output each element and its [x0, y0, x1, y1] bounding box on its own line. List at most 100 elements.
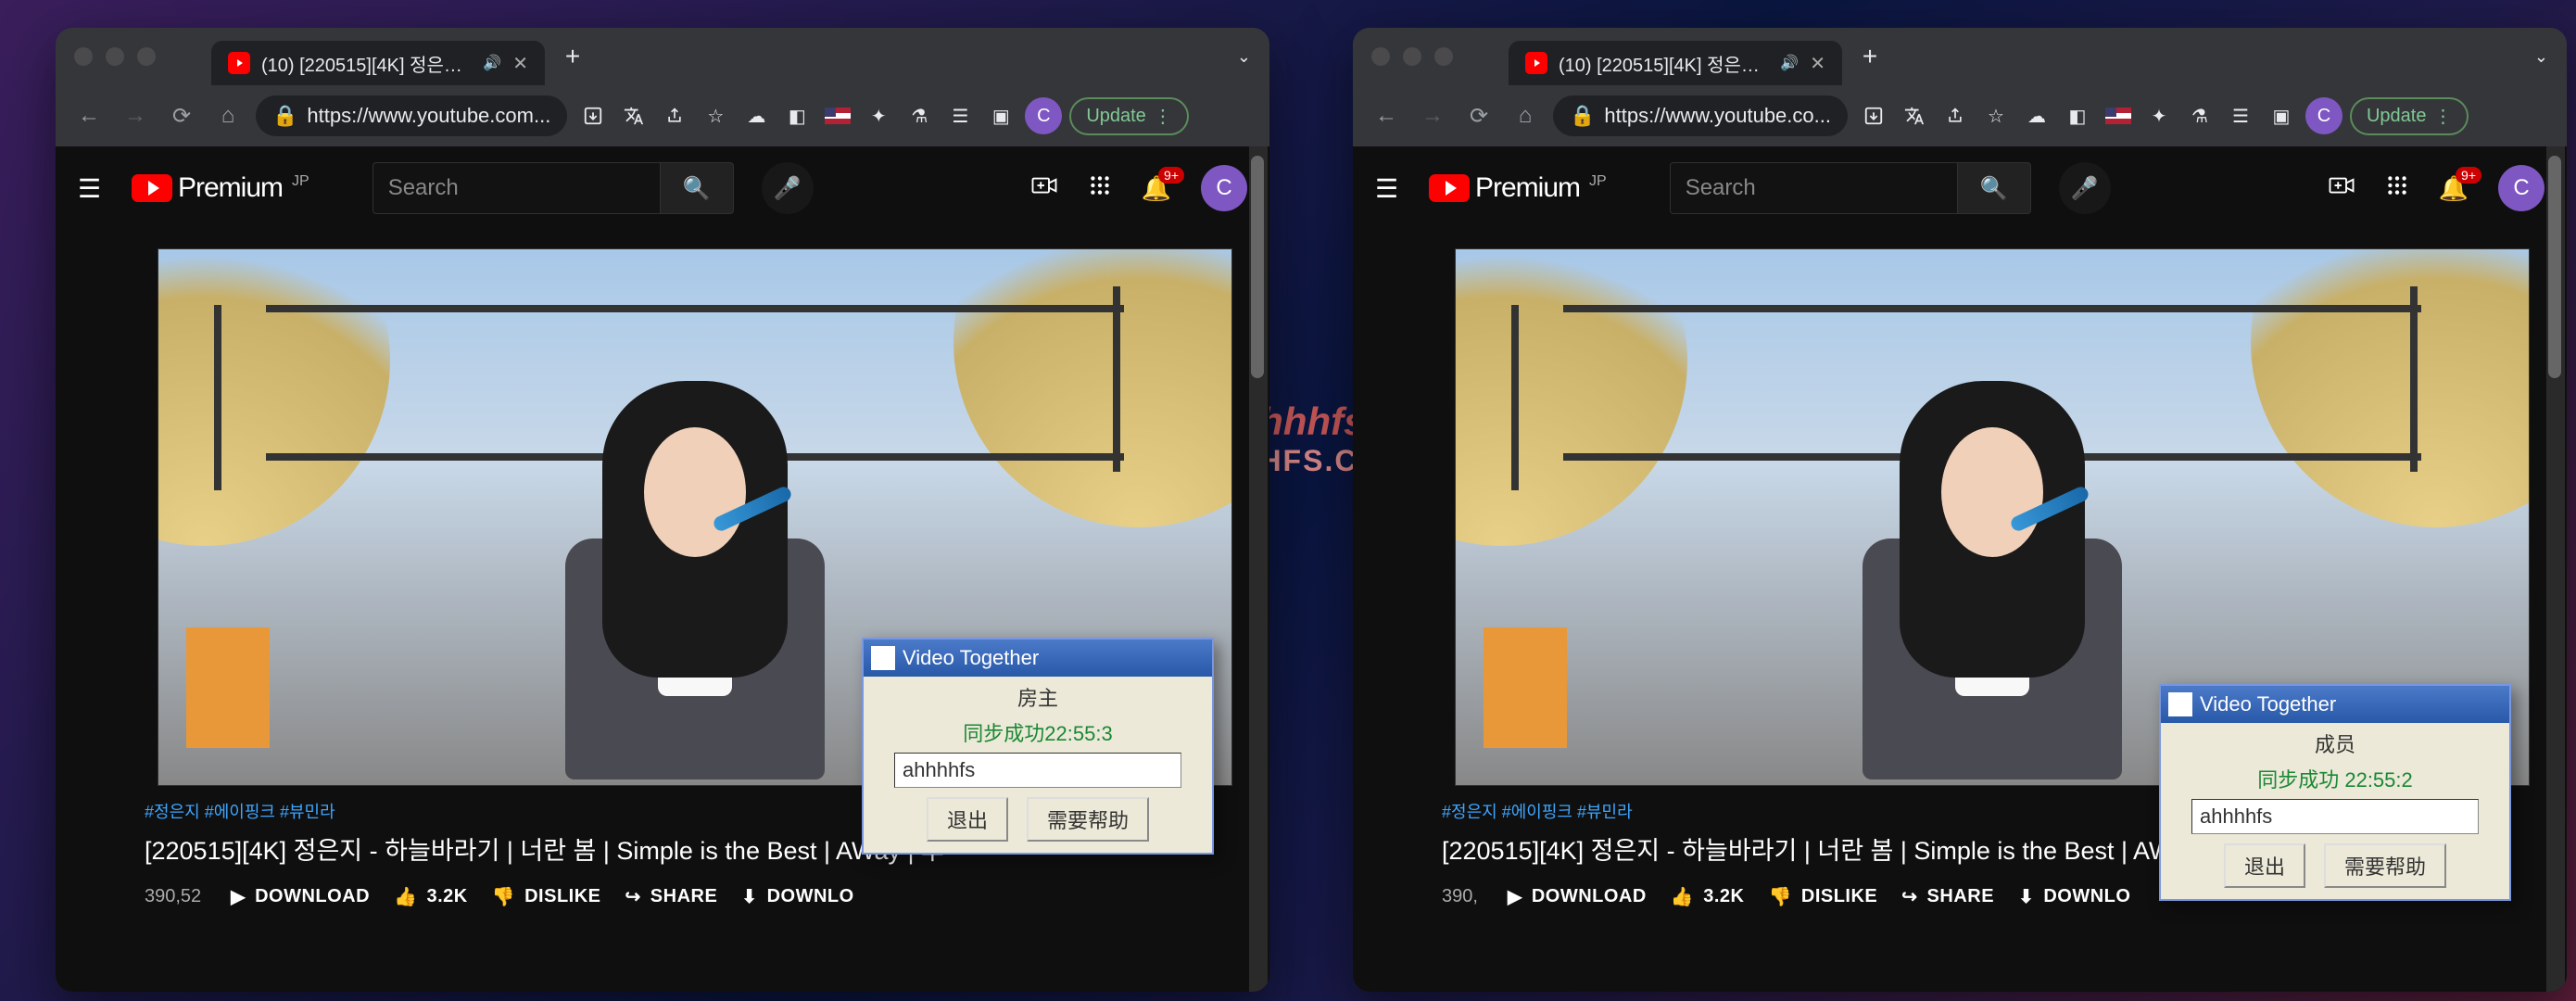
account-avatar[interactable]: C — [1201, 165, 1247, 211]
dislike-button[interactable]: 👎DISLIKE — [1768, 885, 1877, 908]
download-icon: ⬇ — [2018, 885, 2034, 908]
minimize-window-button[interactable] — [106, 47, 124, 66]
extensions-puzzle-icon[interactable]: ✦ — [2142, 99, 2176, 133]
dislike-button[interactable]: 👎DISLIKE — [492, 885, 601, 908]
tab-close-icon[interactable]: ✕ — [1810, 52, 1825, 75]
reload-button[interactable]: ⟳ — [163, 97, 200, 134]
minimize-window-button[interactable] — [1403, 47, 1421, 66]
extension-flag-icon[interactable] — [821, 99, 854, 133]
address-bar[interactable]: 🔒 https://www.youtube.com... — [256, 95, 567, 136]
forward-button[interactable]: → — [1414, 97, 1451, 134]
tabs-dropdown-icon[interactable]: ⌄ — [1237, 47, 1251, 67]
youtube-logo[interactable]: Premium JP — [132, 172, 309, 204]
new-tab-button[interactable]: + — [554, 38, 591, 75]
share-button[interactable]: ↪SHARE — [1901, 885, 1994, 908]
profile-avatar[interactable]: C — [1025, 97, 1062, 134]
extension-2-icon[interactable]: ◧ — [780, 99, 814, 133]
browser-tab[interactable]: (10) [220515][4K] 정은지 - 🔊 ✕ — [1509, 41, 1842, 85]
bookmark-icon[interactable]: ☆ — [699, 99, 732, 133]
labs-icon[interactable]: ⚗ — [2183, 99, 2216, 133]
update-button[interactable]: Update⋮ — [2350, 97, 2469, 135]
labs-icon[interactable]: ⚗ — [903, 99, 936, 133]
hamburger-menu-icon[interactable]: ☰ — [1375, 173, 1412, 204]
download2-button[interactable]: ⬇DOWNLO — [741, 885, 853, 908]
reload-button[interactable]: ⟳ — [1460, 97, 1497, 134]
create-video-icon[interactable] — [1030, 171, 1058, 206]
home-button[interactable]: ⌂ — [209, 97, 246, 134]
account-avatar[interactable]: C — [2498, 165, 2544, 211]
vt-titlebar[interactable]: 🖼 Video Together — [864, 640, 1212, 677]
bookmark-icon[interactable]: ☆ — [1979, 99, 2013, 133]
search-input[interactable]: Search — [373, 162, 660, 214]
vt-exit-button[interactable]: 退出 — [927, 797, 1008, 842]
voice-search-button[interactable]: 🎤 — [2059, 162, 2111, 214]
vt-room-input[interactable]: ahhhhfs — [2191, 799, 2479, 834]
reading-list-icon[interactable]: ☰ — [943, 99, 977, 133]
download2-button[interactable]: ⬇DOWNLO — [2018, 885, 2130, 908]
install-app-icon[interactable] — [1857, 99, 1890, 133]
apps-grid-icon[interactable] — [1088, 173, 1112, 204]
vt-help-button[interactable]: 需要帮助 — [2324, 843, 2446, 888]
tab-audio-icon[interactable]: 🔊 — [1780, 54, 1799, 72]
notification-count: 9+ — [2456, 167, 2481, 184]
hamburger-menu-icon[interactable]: ☰ — [78, 173, 115, 204]
tab-close-icon[interactable]: ✕ — [512, 52, 528, 75]
search-button[interactable]: 🔍 — [660, 162, 734, 214]
apps-grid-icon[interactable] — [2385, 173, 2409, 204]
share-icon[interactable] — [1938, 99, 1972, 133]
vt-title: Video Together — [2200, 692, 2336, 716]
update-button[interactable]: Update⋮ — [1069, 97, 1189, 135]
download-button[interactable]: ▶DOWNLOAD — [231, 885, 370, 908]
notifications-icon[interactable]: 🔔9+ — [2439, 174, 2469, 203]
notifications-icon[interactable]: 🔔9+ — [1142, 174, 1171, 203]
vt-room-input[interactable]: ahhhhfs — [894, 753, 1181, 788]
extensions-puzzle-icon[interactable]: ✦ — [862, 99, 895, 133]
page-scrollbar[interactable] — [1249, 146, 1268, 992]
like-button[interactable]: 👍3.2K — [1671, 885, 1745, 908]
home-button[interactable]: ⌂ — [1507, 97, 1544, 134]
new-tab-button[interactable]: + — [1851, 38, 1888, 75]
url-bar: ← → ⟳ ⌂ 🔒 https://www.youtube.co... ☆ ☁ … — [1353, 85, 2567, 146]
vt-titlebar[interactable]: 🖼 Video Together — [2161, 686, 2509, 723]
lock-icon: 🔒 — [1570, 104, 1595, 128]
browser-tab[interactable]: (10) [220515][4K] 정은지 - 🔊 ✕ — [211, 41, 545, 85]
extension-1-icon[interactable]: ☁ — [739, 99, 773, 133]
address-bar[interactable]: 🔒 https://www.youtube.co... — [1553, 95, 1848, 136]
like-button[interactable]: 👍3.2K — [394, 885, 468, 908]
youtube-favicon-icon — [1525, 52, 1547, 74]
maximize-window-button[interactable] — [137, 47, 156, 66]
extension-1-icon[interactable]: ☁ — [2020, 99, 2053, 133]
share-button[interactable]: ↪SHARE — [625, 885, 718, 908]
close-window-button[interactable] — [74, 47, 93, 66]
back-button[interactable]: ← — [1368, 97, 1405, 134]
tab-audio-icon[interactable]: 🔊 — [483, 54, 501, 72]
vt-exit-button[interactable]: 退出 — [2224, 843, 2305, 888]
share-icon[interactable] — [658, 99, 691, 133]
extension-flag-icon[interactable] — [2102, 99, 2135, 133]
search-button[interactable]: 🔍 — [1957, 162, 2031, 214]
page-scrollbar[interactable] — [2546, 146, 2565, 992]
search-input[interactable]: Search — [1670, 162, 1957, 214]
install-app-icon[interactable] — [576, 99, 610, 133]
voice-search-button[interactable]: 🎤 — [762, 162, 814, 214]
extension-2-icon[interactable]: ◧ — [2061, 99, 2094, 133]
create-video-icon[interactable] — [2328, 171, 2355, 206]
tabs-dropdown-icon[interactable]: ⌄ — [2534, 47, 2548, 67]
search-icon: 🔍 — [1980, 175, 2008, 202]
download-button[interactable]: ▶DOWNLOAD — [1508, 885, 1647, 908]
close-window-button[interactable] — [1371, 47, 1390, 66]
thumbs-up-icon: 👍 — [1671, 885, 1694, 908]
forward-button[interactable]: → — [117, 97, 154, 134]
titlebar: (10) [220515][4K] 정은지 - 🔊 ✕ + ⌄ — [1353, 28, 2567, 85]
vt-help-button[interactable]: 需要帮助 — [1027, 797, 1149, 842]
translate-icon[interactable] — [617, 99, 650, 133]
profile-avatar[interactable]: C — [2305, 97, 2342, 134]
translate-icon[interactable] — [1898, 99, 1931, 133]
reading-list-icon[interactable]: ☰ — [2224, 99, 2257, 133]
sidepanel-icon[interactable]: ▣ — [984, 99, 1017, 133]
youtube-logo[interactable]: Premium JP — [1429, 172, 1607, 204]
view-count: 390, — [1442, 886, 1478, 907]
sidepanel-icon[interactable]: ▣ — [2265, 99, 2298, 133]
maximize-window-button[interactable] — [1434, 47, 1453, 66]
back-button[interactable]: ← — [70, 97, 107, 134]
